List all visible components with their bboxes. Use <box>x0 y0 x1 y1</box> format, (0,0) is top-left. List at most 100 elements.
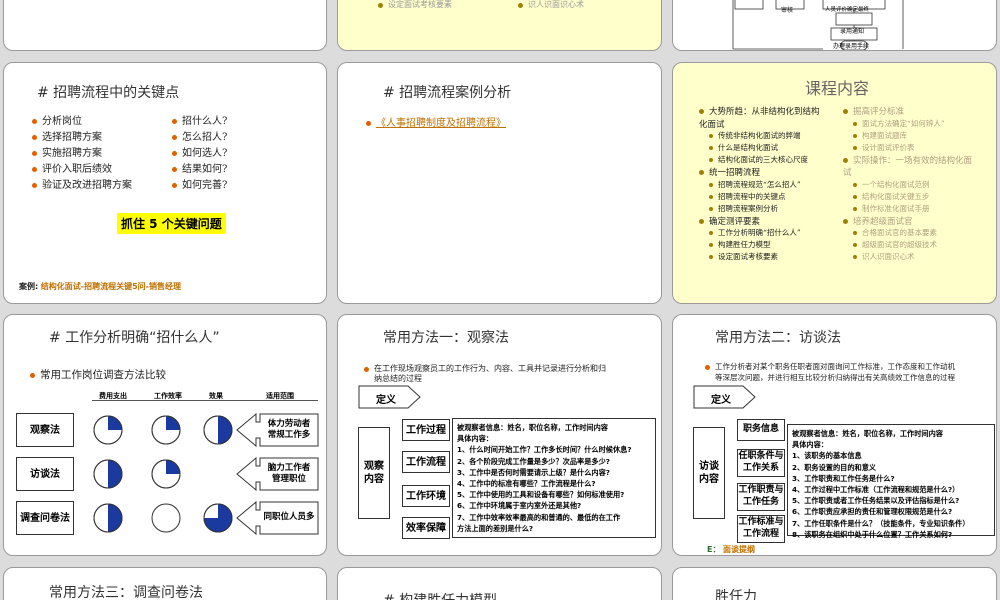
tag-qualifications: 任职条件与 工作关系 <box>737 449 785 477</box>
slide-thumb-10[interactable]: 常用方法三：调查问卷法 <box>3 567 327 600</box>
scope-text: 脑力工作者 管理职位 <box>267 462 311 484</box>
outline-item: 结构化面试关键五步 <box>853 191 930 202</box>
outline-item: 招聘流程案例分析 <box>709 203 778 214</box>
bullet-dot <box>709 182 713 187</box>
detail-line: 2、职务设置的目的和意义 <box>792 462 877 472</box>
note-label: E： <box>707 545 721 554</box>
definition-label: 定义 <box>711 395 731 406</box>
outline-item: 一个结构化面试范例 <box>853 179 930 190</box>
bullet-dot <box>853 255 857 259</box>
slide-title: 常用方法一：观察法 <box>383 330 509 346</box>
slide-thumb-7[interactable]: # 工作分析明确“招什么人” 常用工作岗位调查方法比较 费用支出 工作效率 效果… <box>3 314 327 556</box>
bullet-dot <box>853 182 857 187</box>
detail-line: 5、工作中使用的工具和设备有哪些？如何标准使用? <box>457 490 625 500</box>
rating-pie <box>203 503 233 533</box>
bullet-dot <box>364 366 369 372</box>
bullet-dot <box>378 2 383 8</box>
slide-thumb-2[interactable]: 设定面试考核要素 识人识面识心术 <box>337 0 662 51</box>
detail-line: 5、工作职责或者工作任务结果以及评估指标是什么? <box>792 496 960 506</box>
slide-thumb-1[interactable] <box>3 0 327 51</box>
slide-title: 课程内容 <box>805 79 870 98</box>
rating-pie <box>151 415 181 445</box>
bullet-dot <box>843 109 848 114</box>
tag-duties: 工作职责与 工作任务 <box>737 483 785 511</box>
slide-thumb-5[interactable]: # 招聘流程案例分析 《人事招聘制度及招聘流程》 <box>337 62 662 304</box>
rating-pie <box>93 415 123 445</box>
bullet-dot <box>853 145 857 150</box>
case-link[interactable]: 结构化面试-招聘流程关键5问-销售经理 <box>41 282 181 291</box>
slide-title: # 招聘流程中的关键点 <box>37 85 180 101</box>
detail-line: 6、工作中环境属于室内室外还是其他? <box>457 501 582 511</box>
key-point: 验证及改进招聘方案 <box>42 180 132 191</box>
slide-thumb-8[interactable]: 常用方法一：观察法 在工作现场观察员工的工作行为、内容、工具并记录进行分析和归 … <box>337 314 662 556</box>
outline-item: 制作标准化面试手册 <box>853 203 930 214</box>
bullet-dot <box>32 135 37 140</box>
slide-thumb-6[interactable]: 课程内容 大势所趋：从非结构化到结构 化面试 传统非结构化面试的弊端 什么是结构化面试… <box>672 62 997 304</box>
detail-line: 4、工作过程中工作标准（工作流程和规范是什么?） <box>792 485 960 495</box>
detail-line: 1、该职务的基本信息 <box>792 451 862 461</box>
detail-line: 6、工作职责应承担的责任和管理权限规范是什么? <box>792 507 953 517</box>
bullet-dot <box>32 183 37 188</box>
outline-item: 招聘流程中的关键点 <box>709 191 786 202</box>
note-link[interactable]: 面谈提纲 <box>723 545 755 554</box>
bullet-dot <box>172 151 177 156</box>
tag-efficiency: 效率保障 <box>402 517 450 539</box>
detail-line: 被观察者信息：姓名，职位名称，工作时间内容 <box>792 429 943 438</box>
bullet-dot <box>172 119 177 124</box>
bullet-dot <box>853 206 857 211</box>
tag-standards: 工作标准与 工作流程 <box>737 515 785 543</box>
case-label: 案例: <box>19 282 39 291</box>
outline-item: 实际操作：一场有效的结构化面 <box>843 154 972 166</box>
detail-line: 被观察者信息：姓名，职位名称，工作时间内容 <box>457 423 608 432</box>
bullet-dot <box>853 133 857 138</box>
detail-line: 1、什么时间开始工作？工作多长时间？什么时候休息? <box>457 445 632 455</box>
bullet-dot <box>843 157 848 163</box>
outline-item: 结构化面试的三大核心尺度 <box>709 154 808 165</box>
outline-item: 培养超级面试官 <box>843 215 913 227</box>
bullet-dot <box>172 135 177 140</box>
detail-line: 4、工作中的标准有哪些？工作流程是什么? <box>457 479 596 489</box>
bullet-dot <box>853 231 857 235</box>
bullet-dot <box>699 218 704 224</box>
slide-thumb-11[interactable]: # 构建胜任力模型 <box>337 567 662 600</box>
bullet-dot <box>366 121 371 126</box>
rating-pie <box>203 415 233 445</box>
bullet-dot <box>32 167 37 172</box>
tag-work-flow: 工作流程 <box>402 451 450 473</box>
flow-label: 录用通知 <box>840 28 865 35</box>
bullet-dot <box>709 231 713 235</box>
interview-detail-box: 被观察者信息：姓名，职位名称，工作时间内容 具体内容： 1、该职务的基本信息 2、职务… <box>787 424 995 539</box>
bullet-dot <box>843 218 848 224</box>
outline-item: 合格面试官的基本要素 <box>853 227 937 238</box>
flow-label: 人员评价确定最终 <box>825 7 870 13</box>
detail-line: 7、工作任职条件是什么？（技能条件，专业知识条件） <box>792 518 970 528</box>
detail-line: 方法上面的差别是什么? <box>457 523 534 533</box>
slide-thumb-4[interactable]: # 招聘流程中的关键点 分析岗位 选择招聘方案 实施招聘方案 评价入职后绩效 验… <box>3 62 327 304</box>
slide-thumb-9[interactable]: 常用方法二：访谈法 工作分析者对某个职务任职者面对面询问工作标准，工作态度和工作… <box>672 314 997 556</box>
key-question: 如何完善? <box>182 180 228 191</box>
scope-text: 体力劳动者 常规工作多 <box>267 418 311 440</box>
outline-item: 设计面试评价表 <box>853 142 915 153</box>
slide-thumb-3[interactable]: 审核 人员评价确定最终 录用通知 办理录用手续 <box>672 0 997 51</box>
outline-item: 大势所趋：从非结构化到结构 <box>699 105 820 117</box>
rating-pie <box>93 503 123 533</box>
detail-line: 3、工作中是否何时需要请示上级？是什么内容? <box>457 467 610 477</box>
outline-item: 设定面试考核要素 <box>709 251 778 262</box>
rating-pie <box>93 459 123 489</box>
bullet-dot <box>699 170 704 175</box>
intro-text: 纳总结的过程 <box>374 374 422 383</box>
bullet-dot <box>853 121 857 126</box>
outline-item: 识人识面识心术 <box>853 251 915 262</box>
key-point: 分析岗位 <box>42 116 82 127</box>
detail-line: 具体内容： <box>457 434 493 444</box>
outline-item: 掘高评分标准 <box>843 105 904 117</box>
definition-label: 定义 <box>376 395 396 406</box>
bullet-dot <box>853 194 857 199</box>
case-link[interactable]: 《人事招聘制度及招聘流程》 <box>376 118 506 129</box>
bullet-dot <box>709 134 713 138</box>
scope-text: 同职位人员多 <box>263 512 315 523</box>
slide-title: 常用方法二：访谈法 <box>715 330 841 346</box>
slide-thumb-12[interactable]: 胜任力 <box>672 567 997 600</box>
bullet-dot <box>709 243 713 247</box>
flow-label: 审核 <box>781 7 794 14</box>
